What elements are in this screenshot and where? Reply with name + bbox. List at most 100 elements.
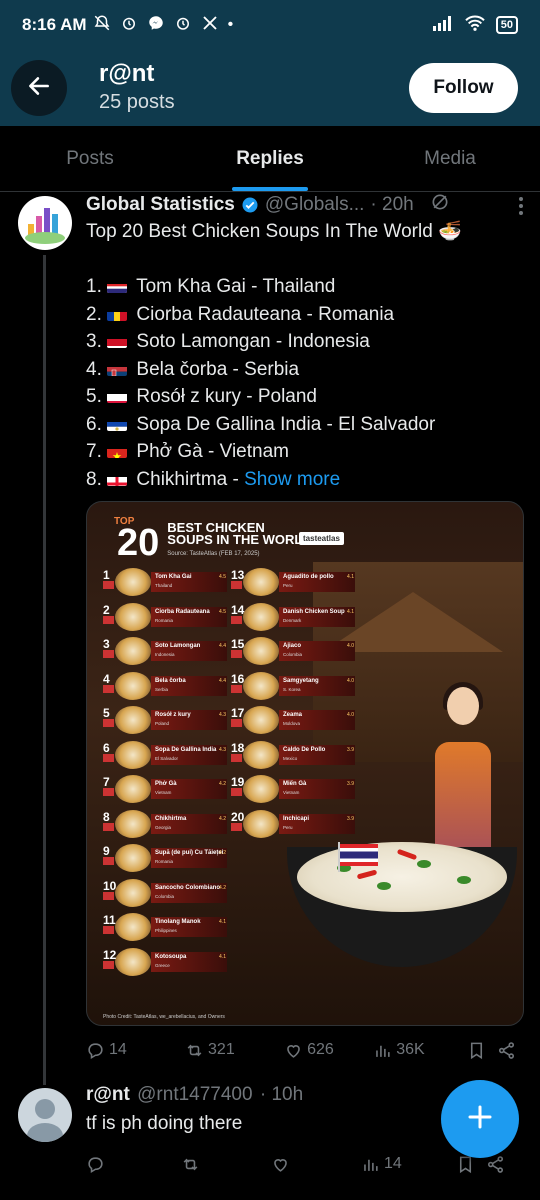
back-button[interactable] xyxy=(11,60,67,116)
alarm-icon xyxy=(120,14,138,37)
share-button[interactable] xyxy=(497,1041,516,1060)
list-item: 2. Ciorba Radauteana - Romania xyxy=(86,303,395,325)
soup-photo xyxy=(115,809,151,838)
reply-icon xyxy=(88,1156,103,1173)
author-name[interactable]: Global Statistics xyxy=(86,194,235,216)
soup-score: 4.3 xyxy=(219,746,226,753)
soup-photo xyxy=(243,775,279,803)
post-image[interactable]: TOP 20 BEST CHICKEN SOUPS IN THE WORLD! … xyxy=(86,501,524,1026)
soup-rank: 16 xyxy=(231,671,245,686)
tab-posts[interactable]: Posts xyxy=(0,126,180,191)
compose-button[interactable] xyxy=(441,1080,519,1158)
post-header: Global Statistics @Globals... · 20h xyxy=(86,192,526,218)
plus-icon xyxy=(465,1102,495,1137)
soup-rank-item: 3 Soto Lamongan Indonesia 4.4 xyxy=(103,637,228,667)
soup-name: Chikhirtma xyxy=(155,815,187,822)
more-options-icon[interactable] xyxy=(518,196,524,221)
avatar[interactable] xyxy=(18,196,72,250)
soup-country: Romania xyxy=(155,859,174,864)
soup-country: Greece xyxy=(155,962,170,968)
soup-flag-icon xyxy=(103,753,114,762)
soup-rank: 17 xyxy=(231,706,245,720)
wifi-icon xyxy=(464,14,486,37)
reply-author-handle[interactable]: @rnt1477400 xyxy=(137,1084,252,1105)
repost-button[interactable] xyxy=(181,1155,271,1174)
active-tab-indicator xyxy=(232,187,308,191)
views-icon xyxy=(364,1159,378,1171)
soup-surface xyxy=(297,842,507,912)
views-icon xyxy=(376,1045,390,1057)
soup-name: Danish Chicken Soup xyxy=(283,608,345,615)
soup-name: Samgyetang xyxy=(283,677,319,684)
soup-score: 4.5 xyxy=(219,608,226,615)
views-button[interactable]: 36K xyxy=(373,1041,467,1060)
list-item: 1. Tom Kha Gai - Thailand xyxy=(86,276,336,297)
reply-author-name[interactable]: r@nt xyxy=(86,1084,130,1105)
follow-button[interactable]: Follow xyxy=(409,63,518,113)
soup-rank-item: 10 Sancocho Colombiano Colombia 4.2 xyxy=(103,878,228,909)
soup-score: 4.4 xyxy=(219,677,226,684)
soup-name: Tom Kha Gai xyxy=(155,574,192,580)
soup-photo xyxy=(115,775,151,803)
post-actions: 14 321 626 36K xyxy=(86,1038,516,1062)
soup-rank-item: 18 Caldo De Pollo Mexico 3.9 xyxy=(231,740,356,771)
soup-photo xyxy=(115,568,151,596)
flag-serbia-icon xyxy=(107,362,128,376)
like-button[interactable]: 626 xyxy=(284,1041,373,1060)
soup-score: 4.1 xyxy=(219,919,226,925)
soup-flag-icon xyxy=(231,822,242,831)
profile-name: r@nt xyxy=(99,60,155,87)
mute-icon xyxy=(93,14,111,37)
flag-indonesia-icon xyxy=(107,334,128,348)
soup-country: Philippines xyxy=(155,928,177,933)
soup-country: Georgia xyxy=(155,824,172,830)
soup-rank: 8 xyxy=(103,809,110,824)
bookmark-button[interactable] xyxy=(467,1041,497,1060)
share-button[interactable] xyxy=(486,1155,505,1174)
repost-button[interactable]: 321 xyxy=(185,1041,284,1060)
soup-flag-icon xyxy=(103,615,114,624)
views-button[interactable]: 14 xyxy=(361,1155,456,1174)
list-item: 3. Soto Lamongan - Indonesia xyxy=(86,331,370,352)
show-more-link[interactable]: Show more xyxy=(244,469,340,490)
post-count: 25 posts xyxy=(99,91,175,113)
like-button[interactable] xyxy=(271,1155,361,1174)
post-text: Top 20 Best Chicken Soups In The World 🍜… xyxy=(86,218,516,493)
flag-thailand-icon xyxy=(107,279,128,293)
flag-romania-icon xyxy=(107,307,128,321)
soup-rank-item: 15 Ajiaco Colombia 4.0 xyxy=(231,637,356,667)
tab-media[interactable]: Media xyxy=(360,126,540,191)
soup-rank: 5 xyxy=(103,706,110,720)
soup-rank-item: 20 Inchicapi Peru 3.9 xyxy=(231,809,356,840)
soup-photo xyxy=(243,809,279,838)
reply-text: tf is ph doing there xyxy=(86,1113,243,1134)
infographic-header: 20 BEST CHICKEN SOUPS IN THE WORLD! Sour… xyxy=(117,521,316,562)
list-item: 6. Sopa De Gallina India - El Salvador xyxy=(86,413,436,435)
signal-icon xyxy=(432,15,454,36)
post-time: · 20h xyxy=(370,194,414,215)
author-handle[interactable]: @Globals... xyxy=(265,194,365,216)
soup-name: Inchicapi xyxy=(283,815,310,822)
reply-button[interactable]: 14 xyxy=(86,1041,185,1060)
soup-country: S. Korea xyxy=(283,686,301,692)
soup-score: 4.3 xyxy=(219,712,226,718)
soup-score: 4.5 xyxy=(219,574,226,580)
reply-button[interactable] xyxy=(86,1155,181,1174)
soup-country: Peru xyxy=(283,583,293,588)
soup-score: 4.4 xyxy=(219,643,226,649)
tab-replies[interactable]: Replies xyxy=(180,126,360,191)
soup-country: Poland xyxy=(155,721,170,726)
soup-score: 4.1 xyxy=(347,608,354,615)
soup-score: 4.0 xyxy=(347,643,354,649)
soup-flag-icon xyxy=(231,615,242,624)
soup-photo xyxy=(115,844,151,872)
soup-score: 4.2 xyxy=(219,781,226,787)
soup-rank: 2 xyxy=(103,602,110,617)
grok-icon[interactable] xyxy=(430,192,450,218)
soup-flag-icon xyxy=(103,960,114,969)
soup-name: Soto Lamongan xyxy=(155,643,201,649)
soup-photo xyxy=(115,740,151,769)
avatar[interactable] xyxy=(18,1088,72,1142)
soup-rank-item: 11 Tinolang Manok Philippines 4.1 xyxy=(103,913,228,943)
reply-time: · 10h xyxy=(259,1084,304,1105)
